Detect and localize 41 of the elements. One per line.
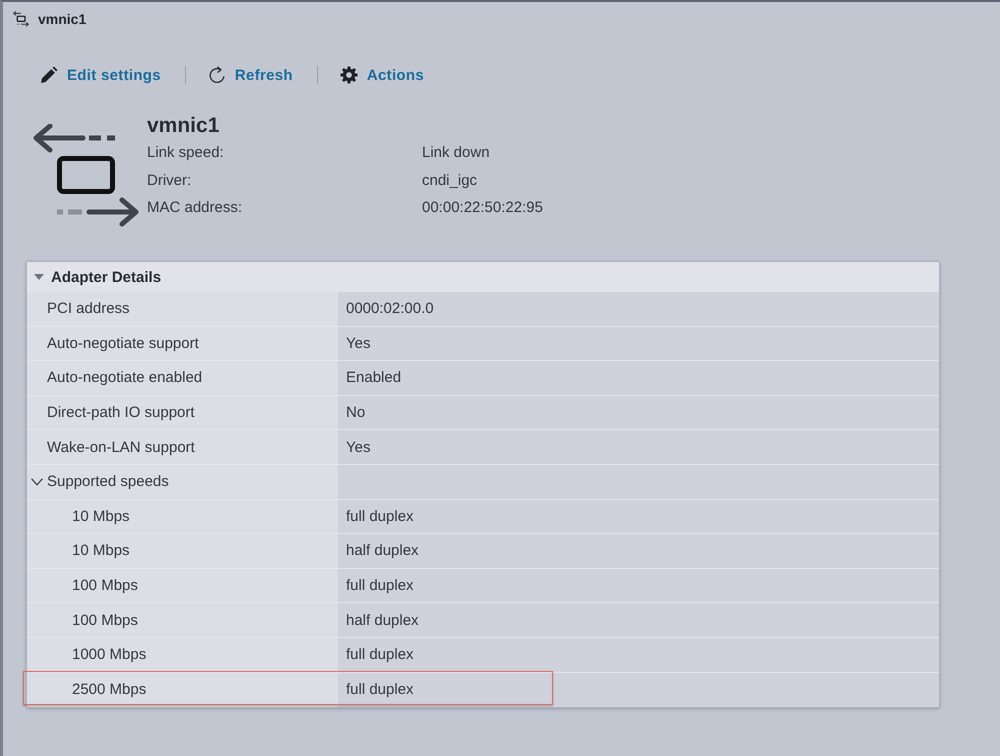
property-label: 100 Mbps — [72, 612, 138, 629]
field-label: Link speed: — [147, 143, 225, 163]
property-value: Enabled — [346, 369, 402, 386]
adapter-name: vmnic1 — [147, 113, 220, 139]
section-header[interactable]: Adapter Details — [27, 262, 939, 292]
field-value: cndi_igc — [422, 170, 478, 190]
property-label: Direct-path IO support — [47, 404, 195, 422]
property-label: Auto-negotiate support — [47, 334, 199, 352]
property-value: Yes — [346, 438, 370, 456]
property-label: 100 Mbps — [72, 577, 138, 594]
property-value: full duplex — [346, 508, 414, 525]
property-label: 1000 Mbps — [72, 646, 146, 664]
gear-icon — [340, 66, 358, 84]
property-label: Supported speeds — [47, 473, 169, 490]
toolbar-button[interactable]: Refresh — [208, 66, 293, 84]
window-title: vmnic1 — [38, 11, 86, 27]
field-label: Driver: — [147, 170, 192, 190]
property-value: full duplex — [346, 681, 414, 698]
field-label: MAC address: — [147, 198, 244, 218]
toolbar-button[interactable]: Actions — [340, 66, 424, 84]
pencil-icon — [40, 66, 58, 84]
property-value: half duplex — [346, 542, 419, 560]
transfer-arrows-icon — [32, 124, 140, 228]
field-value: Link down — [422, 143, 491, 163]
refresh-icon — [208, 66, 226, 84]
property-label: 10 Mbps — [72, 542, 130, 560]
property-value: full duplex — [346, 646, 414, 664]
property-value: half duplex — [346, 612, 419, 629]
property-value: 0000:02:00.0 — [346, 300, 434, 318]
toolbar-button[interactable]: Edit settings — [40, 66, 161, 84]
property-label: PCI address — [47, 300, 130, 318]
property-value: full duplex — [346, 577, 414, 594]
chevron-icon[interactable] — [31, 478, 43, 486]
property-label: 10 Mbps — [72, 508, 130, 525]
property-value: No — [346, 404, 366, 422]
property-value: Yes — [346, 334, 370, 352]
property-label: Auto-negotiate enabled — [47, 369, 202, 386]
transfer-arrows-icon — [13, 11, 29, 27]
property-label: Wake-on-LAN support — [47, 438, 195, 456]
field-value: 00:00:22:50:22:95 — [422, 198, 543, 218]
property-label: 2500 Mbps — [72, 681, 146, 698]
